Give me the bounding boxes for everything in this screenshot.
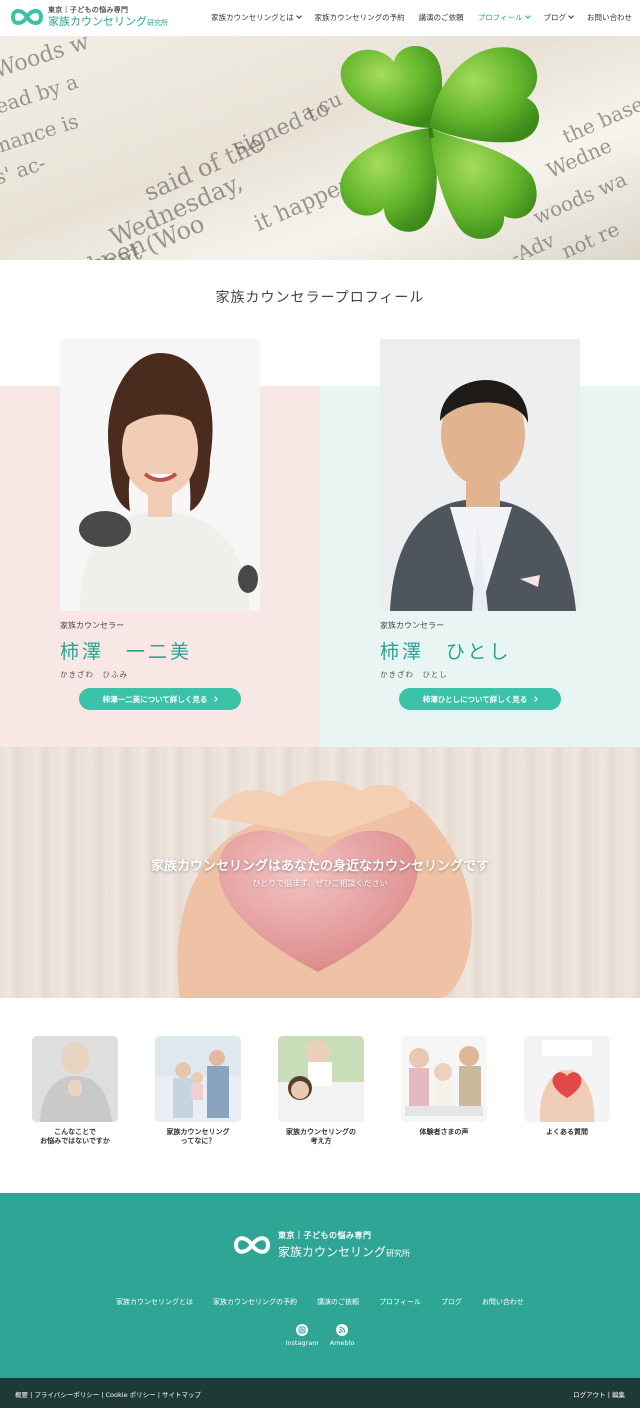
footer-nav-lecture[interactable]: 講演のご依頼 [317,1297,359,1307]
chevron-right-icon [532,696,539,702]
profile-detail-button-hifumi[interactable]: 柿澤一二美について詳しく見る [79,688,241,710]
footer-nav-about[interactable]: 家族カウンセリングとは [116,1297,193,1307]
ameblo-label: Ameblo [329,1339,355,1347]
section-title: 家族カウンセラープロフィール [215,290,425,306]
instagram-icon [296,1324,308,1336]
mother-child-icon [278,1036,364,1122]
footer-nav-blog[interactable]: ブログ [441,1297,462,1307]
chevron-down-icon [524,13,531,19]
heart-hands-icon [524,1036,610,1122]
link-card-testimonials[interactable]: 体験者さまの声 [401,1036,487,1137]
hero-image: Woods w ead by a mance is s' ac- said of… [0,36,640,260]
logo-title: 家族カウンセリング研究所 [48,15,168,28]
footer-logo-title: 家族カウンセリング研究所 [278,1245,411,1259]
footer-admin-links[interactable]: ログアウト | 編集 [573,1389,625,1399]
family-icon [155,1036,241,1122]
mother-child-thumbnail [278,1036,364,1122]
family-thumbnail [155,1036,241,1122]
site-header: 東京｜子どもの悩み専門 家族カウンセリング研究所 家族カウンセリングとは 家族カ… [0,0,640,36]
nav-item-about[interactable]: 家族カウンセリングとは [211,12,302,23]
nav-item-blog[interactable]: ブログ [544,12,574,23]
footer-legal-links[interactable]: 概要 | プライバシーポリシー | Cookie ポリシー | サイトマップ [15,1389,201,1399]
hero-text-fragment: not re [557,216,623,260]
footer-nav: 家族カウンセリングとは 家族カウンセリングの予約 講演のご依頼 プロフィール ブ… [0,1297,640,1307]
logo-tagline: 東京｜子どもの悩み専門 [48,6,129,14]
happy-family-thumbnail [401,1036,487,1122]
footer-logo[interactable]: 東京｜子どもの悩み専門 家族カウンセリング研究所 [232,1230,410,1260]
infinity-logo-icon [10,9,44,25]
footer-nav-profile[interactable]: プロフィール [379,1297,421,1307]
nav-item-reservation[interactable]: 家族カウンセリングの予約 [315,12,405,23]
link-card-label: 体験者さまの声 [419,1128,469,1136]
profile-kana: かきざわ ひとし [380,670,448,679]
chevron-right-icon [212,696,219,702]
profile-role: 家族カウンセラー [380,621,444,630]
profile-info-hifumi: 家族カウンセラー 柿澤 一二美 かきざわ ひふみ [60,620,260,680]
worried-woman-thumbnail [32,1036,118,1122]
clover-icon [340,46,539,239]
footer-nav-contact[interactable]: お問い合わせ [482,1297,524,1307]
ameblo-link[interactable]: Ameblo [322,1324,362,1347]
profile-kana: かきざわ ひふみ [60,670,128,679]
link-card-label: よくある質問 [546,1128,588,1136]
happy-family-icon [401,1036,487,1122]
footer-logo-tagline: 東京｜子どもの悩み専門 [278,1231,372,1240]
link-card-philosophy[interactable]: 家族カウンセリングの 考え方 [278,1036,364,1147]
footer-bottom-bar: 概要 | プライバシーポリシー | Cookie ポリシー | サイトマップ ロ… [0,1378,640,1408]
ameblo-icon [336,1324,348,1336]
worried-woman-icon [32,1036,118,1122]
footer-nav-reservation[interactable]: 家族カウンセリングの予約 [213,1297,297,1307]
nav-item-contact[interactable]: お問い合わせ [587,12,632,23]
woman-portrait-icon [60,339,260,611]
site-footer [0,1193,640,1378]
profile-role: 家族カウンセラー [60,621,124,630]
infinity-logo-icon [233,1236,271,1254]
link-card-worries[interactable]: こんなことで お悩みではないですか [32,1036,118,1147]
button-label: 柿澤一二美について詳しく見る [102,694,208,704]
hero-text-fragment: s' ac- [0,150,49,190]
hero-text-fragment: Woods w [0,36,93,84]
link-card-what-is[interactable]: 家族カウンセリング ってなに？ [155,1036,241,1147]
counselor-photo-hifumi[interactable] [60,339,260,611]
hands-heart-thumbnail [524,1036,610,1122]
site-logo[interactable]: 東京｜子どもの悩み専門 家族カウンセリング研究所 [10,6,168,28]
banner-subtitle: ひとりで悩まず、ぜひご相談ください [252,879,388,888]
button-label: 柿澤ひとしについて詳しく見る [422,694,528,704]
profile-name: 柿澤 一二美 [60,641,193,663]
nav-item-lecture[interactable]: 講演のご依頼 [419,12,464,23]
link-card-label: 家族カウンセリング ってなに？ [166,1128,230,1146]
profile-detail-button-hitoshi[interactable]: 柿澤ひとしについて詳しく見る [399,688,561,710]
instagram-link[interactable]: Instagram [282,1324,322,1347]
man-portrait-icon [380,339,580,611]
instagram-label: Instagram [285,1339,319,1347]
link-card-label: こんなことで お悩みではないですか [40,1128,110,1146]
main-nav: 家族カウンセリングとは 家族カウンセリングの予約 講演のご依頼 プロフィール ブ… [211,12,632,23]
chevron-down-icon [295,13,302,19]
link-card-label: 家族カウンセリングの 考え方 [286,1128,356,1146]
nav-item-profile[interactable]: プロフィール [478,12,531,23]
chevron-down-icon [568,13,574,19]
hero-text-fragment: has been [39,230,150,260]
profile-info-hitoshi: 家族カウンセラー 柿澤 ひとし かきざわ ひとし [380,620,580,680]
banner-title: 家族カウンセリングはあなたの身近なカウンセリングです [150,859,489,874]
profile-name: 柿澤 ひとし [380,641,512,663]
counselor-photo-hitoshi[interactable] [380,339,580,611]
link-card-faq[interactable]: よくある質問 [524,1036,610,1137]
